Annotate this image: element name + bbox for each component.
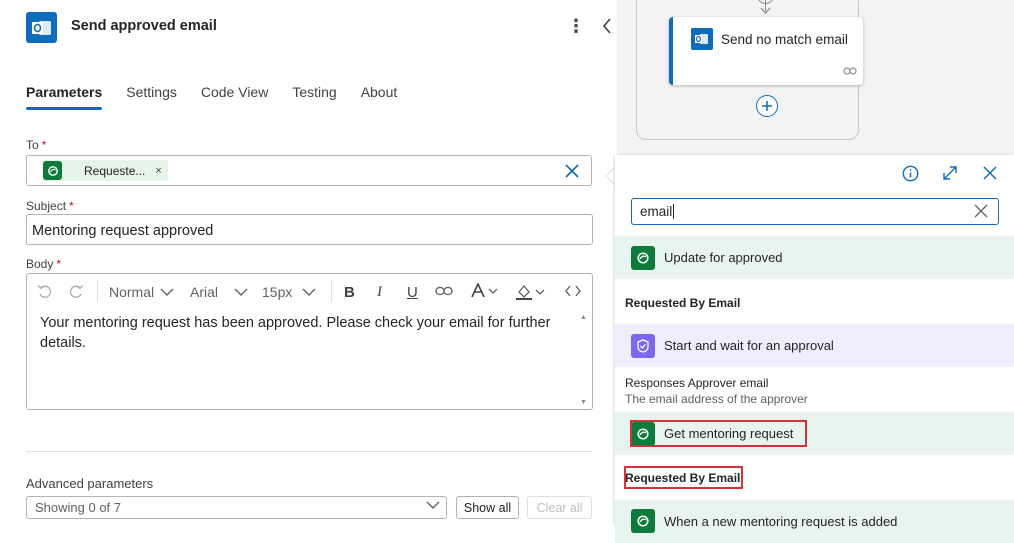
scope-container: Send no match email <box>636 0 863 140</box>
info-icon[interactable] <box>900 163 920 183</box>
subject-input[interactable]: Mentoring request approved <box>26 214 593 245</box>
arrow-down-icon <box>760 7 771 14</box>
chevron-down-icon <box>302 288 316 296</box>
group-update-for-approved[interactable]: Update for approved <box>615 236 1014 279</box>
chevron-down-icon <box>160 288 174 296</box>
outlook-icon <box>26 12 57 43</box>
outlook-icon <box>691 28 713 50</box>
divider <box>26 451 592 452</box>
clear-icon[interactable] <box>563 162 581 180</box>
code-view-icon[interactable] <box>565 285 581 297</box>
body-text[interactable]: Your mentoring request has been approved… <box>40 313 570 353</box>
paint-bucket-icon <box>516 284 532 300</box>
advanced-parameters-label: Advanced parameters <box>26 476 154 491</box>
advanced-parameters-dropdown[interactable]: Showing 0 of 7 <box>26 496 447 519</box>
font-dropdown[interactable]: Arial <box>190 284 248 300</box>
search-input[interactable]: email <box>631 198 999 225</box>
more-options-icon[interactable]: ⋮ <box>566 14 586 38</box>
scroll-up-icon[interactable]: ▲ <box>580 314 587 321</box>
highlight-box <box>624 466 743 489</box>
chevron-down-icon <box>535 289 545 295</box>
token-description: The email address of the approver <box>625 392 808 406</box>
text-cursor <box>673 204 675 219</box>
tab-parameters[interactable]: Parameters <box>26 84 103 110</box>
to-label: To * <box>26 138 47 152</box>
expand-icon[interactable] <box>940 163 960 183</box>
tab-testing[interactable]: Testing <box>292 84 336 110</box>
approval-icon <box>631 333 655 358</box>
font-color-button[interactable] <box>470 283 498 299</box>
tab-about[interactable]: About <box>361 84 398 110</box>
clear-search-icon[interactable] <box>974 204 988 218</box>
body-label: Body * <box>26 257 62 271</box>
dynamic-content-flyout: email Update for approved Requested By E… <box>615 155 1014 543</box>
group-when-new-mentoring-request-added[interactable]: When a new mentoring request is added <box>615 500 1014 543</box>
chevron-down-icon <box>234 288 248 296</box>
tab-code-view[interactable]: Code View <box>201 84 268 110</box>
token-remove-icon[interactable]: × <box>155 165 161 177</box>
chevron-down-icon <box>426 501 440 509</box>
font-size-dropdown[interactable]: 15px <box>262 284 316 300</box>
bold-button[interactable]: B <box>344 284 355 301</box>
scroll-down-icon[interactable]: ▼ <box>580 399 587 406</box>
format-dropdown[interactable]: Normal <box>109 284 174 300</box>
chevron-left-icon[interactable] <box>596 14 618 38</box>
group-title: When a new mentoring request is added <box>664 514 898 529</box>
highlight-box <box>630 420 807 447</box>
underline-button[interactable]: U <box>407 284 418 301</box>
redo-icon[interactable] <box>68 284 84 300</box>
group-title: Update for approved <box>664 250 783 265</box>
editor-toolbar: Normal Arial 15px B I U <box>27 274 592 310</box>
clear-all-button[interactable]: Clear all <box>527 496 592 519</box>
font-color-icon <box>471 283 485 298</box>
tab-list: Parameters Settings Code View Testing Ab… <box>26 84 421 110</box>
close-icon[interactable] <box>980 163 1000 183</box>
token-label: Requeste... <box>84 163 146 178</box>
card-title: Send no match email <box>721 32 848 47</box>
token-requested-by-email[interactable]: Requested By Email <box>625 296 740 310</box>
group-title: Start and wait for an approval <box>664 338 834 353</box>
group-start-and-wait-for-approval[interactable]: Start and wait for an approval <box>615 324 1014 367</box>
dataverse-icon <box>631 245 655 270</box>
toolbar-divider <box>97 280 98 302</box>
undo-icon[interactable] <box>37 284 53 300</box>
italic-button[interactable]: I <box>377 284 382 301</box>
show-all-button[interactable]: Show all <box>456 496 519 519</box>
flyout-actions <box>615 155 1014 189</box>
add-step-icon[interactable] <box>756 95 778 117</box>
to-field[interactable]: Requeste... × <box>26 155 592 186</box>
subject-label: Subject * <box>26 199 74 213</box>
dataverse-icon <box>43 161 62 180</box>
dataverse-icon <box>631 509 655 533</box>
highlight-color-button[interactable] <box>515 283 545 301</box>
link-icon[interactable] <box>435 286 453 296</box>
token-responses-approver-email[interactable]: Responses Approver email <box>625 376 768 390</box>
body-scrollbar[interactable]: ▲ ▼ <box>578 314 590 406</box>
flow-canvas: Send no match email <box>617 0 1014 155</box>
link-icon <box>843 63 857 79</box>
panel-title: Send approved email <box>71 18 217 34</box>
body-editor[interactable]: Normal Arial 15px B I U Your mentoring r… <box>26 273 593 410</box>
dynamic-content-token[interactable]: Requeste... × <box>43 160 168 181</box>
send-no-match-email-card[interactable]: Send no match email <box>669 17 863 85</box>
action-details-panel: Send approved email ⋮ Parameters Setting… <box>0 0 617 525</box>
chevron-down-icon <box>488 288 498 294</box>
tab-settings[interactable]: Settings <box>126 84 177 110</box>
toolbar-divider <box>331 280 332 302</box>
